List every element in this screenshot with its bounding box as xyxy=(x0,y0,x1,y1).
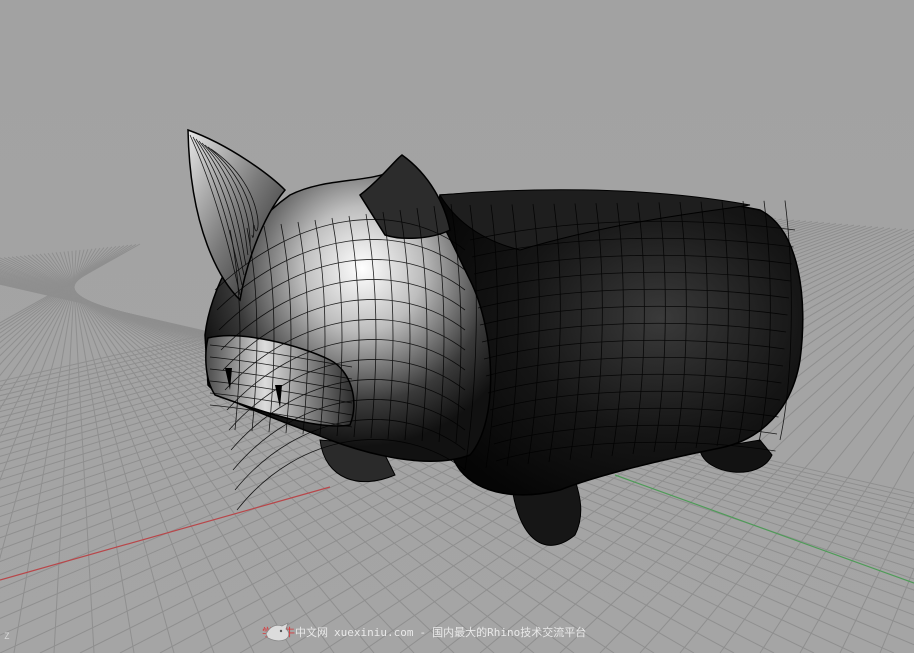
site-cn: 中文网 xyxy=(295,626,328,639)
ox-logo-icon xyxy=(265,622,290,642)
site-url: xuexiniu.com xyxy=(334,625,414,639)
perspective-viewport[interactable]: Z 学犀牛中文网 xuexiniu.com - 国内最大的Rhino技术交流平台 xyxy=(0,0,914,653)
watermark: 学犀牛中文网 xuexiniu.com - 国内最大的Rhino技术交流平台 xyxy=(262,620,586,644)
z-axis-label: Z xyxy=(4,632,10,642)
tagline: 国内最大的Rhino技术交流平台 xyxy=(432,626,587,639)
x-axis-line xyxy=(0,486,331,581)
separator: - xyxy=(419,625,427,639)
viewport-canvas[interactable] xyxy=(0,0,914,653)
